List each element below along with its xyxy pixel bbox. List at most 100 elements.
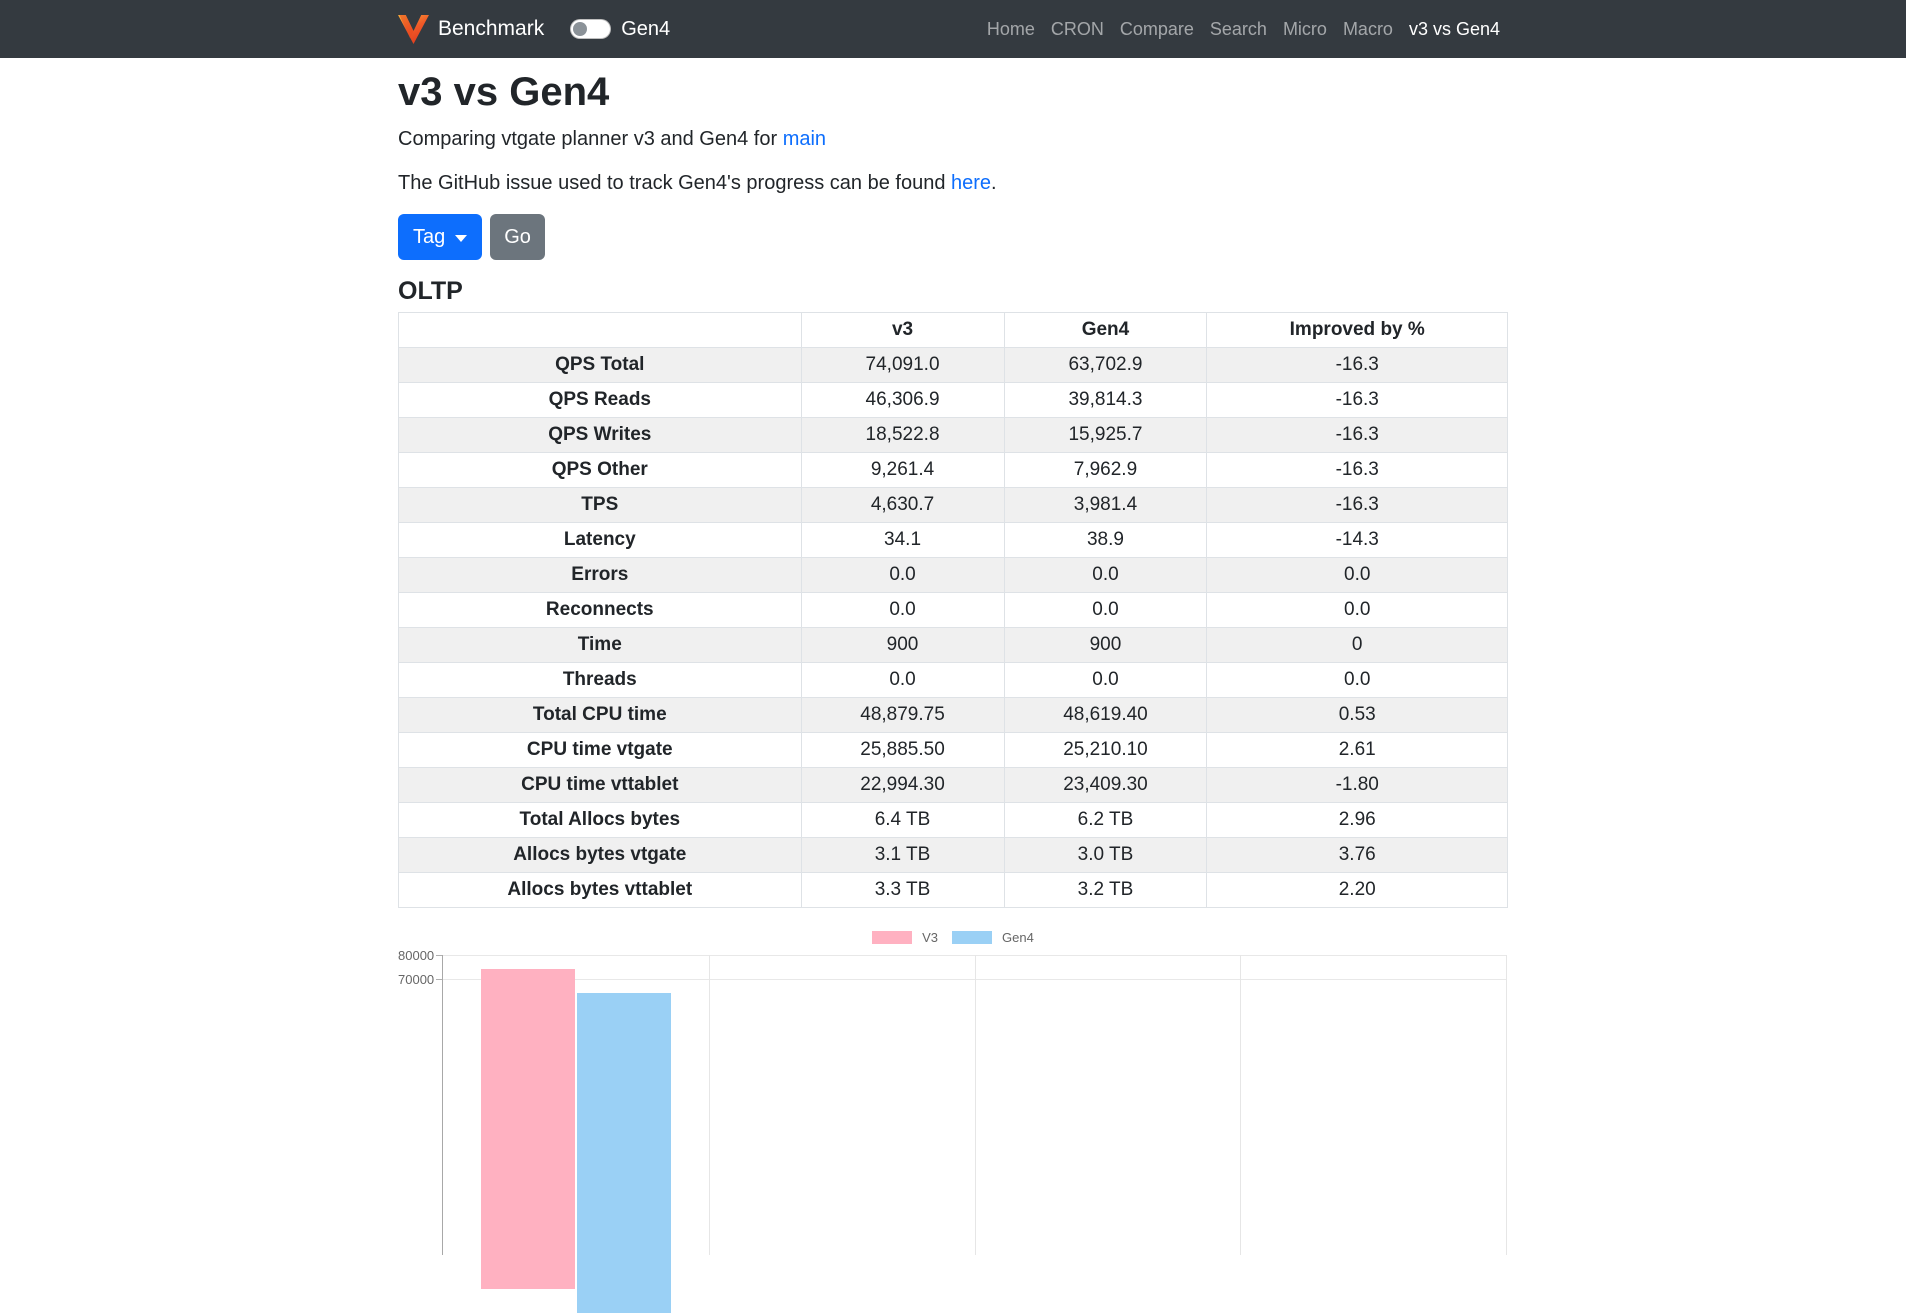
improved-value: -14.3 bbox=[1207, 523, 1508, 558]
table-row: Errors0.00.00.0 bbox=[399, 558, 1508, 593]
vertical-gridline bbox=[709, 955, 710, 1255]
gen4-value: 0.0 bbox=[1004, 593, 1207, 628]
row-label: Time bbox=[399, 628, 802, 663]
row-label: Reconnects bbox=[399, 593, 802, 628]
gen4-value: 3.0 TB bbox=[1004, 838, 1207, 873]
gen4-value: 38.9 bbox=[1004, 523, 1207, 558]
table-row: CPU time vttablet22,994.3023,409.30-1.80 bbox=[399, 768, 1508, 803]
go-button[interactable]: Go bbox=[490, 214, 545, 260]
table-row: Latency34.138.9-14.3 bbox=[399, 523, 1508, 558]
nav-link-micro[interactable]: Micro bbox=[1275, 19, 1335, 40]
subtitle: Comparing vtgate planner v3 and Gen4 for… bbox=[398, 124, 1508, 154]
oltp-comparison-table: v3 Gen4 Improved by % QPS Total74,091.06… bbox=[398, 312, 1508, 908]
chevron-down-icon bbox=[455, 235, 467, 242]
v3-value: 46,306.9 bbox=[801, 383, 1004, 418]
table-header: v3 Gen4 Improved by % bbox=[399, 313, 1508, 348]
v3-value: 0.0 bbox=[801, 593, 1004, 628]
legend-swatch-v3 bbox=[872, 931, 912, 944]
tick-mark bbox=[436, 955, 442, 956]
toggle-knob bbox=[573, 22, 587, 36]
vertical-gridline bbox=[1240, 955, 1241, 1255]
improved-value: 0.0 bbox=[1207, 593, 1508, 628]
y-axis-tick-80000: 80000 bbox=[398, 948, 434, 963]
gen4-value: 25,210.10 bbox=[1004, 733, 1207, 768]
table-row: Total CPU time48,879.7548,619.400.53 bbox=[399, 698, 1508, 733]
row-label: Threads bbox=[399, 663, 802, 698]
gen4-toggle-label: Gen4 bbox=[621, 18, 670, 41]
header-blank bbox=[399, 313, 802, 348]
vitess-logo-icon bbox=[398, 15, 429, 44]
gen4-value: 3.2 TB bbox=[1004, 873, 1207, 908]
improved-value: 0 bbox=[1207, 628, 1508, 663]
improved-value: -16.3 bbox=[1207, 383, 1508, 418]
main-content: v3 vs Gen4 Comparing vtgate planner v3 a… bbox=[383, 68, 1523, 1108]
page-title: v3 vs Gen4 bbox=[398, 68, 1508, 116]
main-branch-link[interactable]: main bbox=[783, 128, 826, 150]
row-label: QPS Reads bbox=[399, 383, 802, 418]
chart-plot: 80000 70000 bbox=[398, 948, 1508, 1108]
brand-link[interactable]: Benchmark bbox=[398, 15, 544, 44]
legend-item-gen4[interactable]: Gen4 bbox=[952, 930, 1034, 945]
table-row: Total Allocs bytes6.4 TB6.2 TB2.96 bbox=[399, 803, 1508, 838]
tag-dropdown-button[interactable]: Tag bbox=[398, 214, 482, 260]
nav-link-search[interactable]: Search bbox=[1202, 19, 1275, 40]
improved-value: 0.53 bbox=[1207, 698, 1508, 733]
nav-link-cron[interactable]: CRON bbox=[1043, 19, 1112, 40]
v3-value: 25,885.50 bbox=[801, 733, 1004, 768]
legend-swatch-gen4 bbox=[952, 931, 992, 944]
header-improved: Improved by % bbox=[1207, 313, 1508, 348]
v3-value: 74,091.0 bbox=[801, 348, 1004, 383]
nav-link-v3-vs-gen4[interactable]: v3 vs Gen4 bbox=[1401, 19, 1508, 40]
v3-value: 0.0 bbox=[801, 558, 1004, 593]
brand-label: Benchmark bbox=[438, 17, 544, 41]
table-row: QPS Writes18,522.815,925.7-16.3 bbox=[399, 418, 1508, 453]
improved-value: -16.3 bbox=[1207, 453, 1508, 488]
row-label: CPU time vttablet bbox=[399, 768, 802, 803]
improved-value: 3.76 bbox=[1207, 838, 1508, 873]
tick-mark bbox=[436, 979, 442, 980]
nav-link-home[interactable]: Home bbox=[979, 19, 1043, 40]
table-row: Allocs bytes vtgate3.1 TB3.0 TB3.76 bbox=[399, 838, 1508, 873]
gen4-toggle-switch[interactable] bbox=[570, 19, 611, 39]
legend-label-v3: V3 bbox=[922, 930, 938, 945]
v3-value: 4,630.7 bbox=[801, 488, 1004, 523]
oltp-chart: V3 Gen4 80000 70000 bbox=[398, 930, 1508, 1108]
nav-link-compare[interactable]: Compare bbox=[1112, 19, 1202, 40]
table-row: TPS4,630.73,981.4-16.3 bbox=[399, 488, 1508, 523]
top-navbar: Benchmark Gen4 HomeCRONCompareSearchMicr… bbox=[0, 0, 1906, 58]
gen4-value: 63,702.9 bbox=[1004, 348, 1207, 383]
v3-value: 48,879.75 bbox=[801, 698, 1004, 733]
v3-value: 6.4 TB bbox=[801, 803, 1004, 838]
improved-value: -16.3 bbox=[1207, 418, 1508, 453]
row-label: Allocs bytes vttablet bbox=[399, 873, 802, 908]
table-row: Threads0.00.00.0 bbox=[399, 663, 1508, 698]
gen4-value: 0.0 bbox=[1004, 663, 1207, 698]
table-row: Time9009000 bbox=[399, 628, 1508, 663]
improved-value: 2.20 bbox=[1207, 873, 1508, 908]
v3-value: 22,994.30 bbox=[801, 768, 1004, 803]
table-row: QPS Reads46,306.939,814.3-16.3 bbox=[399, 383, 1508, 418]
table-row: CPU time vtgate25,885.5025,210.102.61 bbox=[399, 733, 1508, 768]
legend-item-v3[interactable]: V3 bbox=[872, 930, 938, 945]
row-label: Latency bbox=[399, 523, 802, 558]
issue-period: . bbox=[991, 172, 997, 194]
vertical-gridline bbox=[975, 955, 976, 1255]
github-issue-link[interactable]: here bbox=[951, 172, 991, 194]
header-v3: v3 bbox=[801, 313, 1004, 348]
improved-value: 0.0 bbox=[1207, 558, 1508, 593]
bar-v3-qps-total bbox=[481, 969, 575, 1289]
improved-value: 2.96 bbox=[1207, 803, 1508, 838]
tag-button-label: Tag bbox=[413, 226, 445, 249]
nav-link-macro[interactable]: Macro bbox=[1335, 19, 1401, 40]
gen4-value: 48,619.40 bbox=[1004, 698, 1207, 733]
subtitle-text: Comparing vtgate planner v3 and Gen4 for bbox=[398, 128, 783, 150]
improved-value: 0.0 bbox=[1207, 663, 1508, 698]
vertical-gridline bbox=[1506, 955, 1507, 1255]
gen4-value: 0.0 bbox=[1004, 558, 1207, 593]
legend-label-gen4: Gen4 bbox=[1002, 930, 1034, 945]
improved-value: -1.80 bbox=[1207, 768, 1508, 803]
bar-gen4-qps-total bbox=[577, 993, 671, 1313]
improved-value: 2.61 bbox=[1207, 733, 1508, 768]
navbar-inner: Benchmark Gen4 HomeCRONCompareSearchMicr… bbox=[383, 15, 1523, 44]
table-header-row: v3 Gen4 Improved by % bbox=[399, 313, 1508, 348]
